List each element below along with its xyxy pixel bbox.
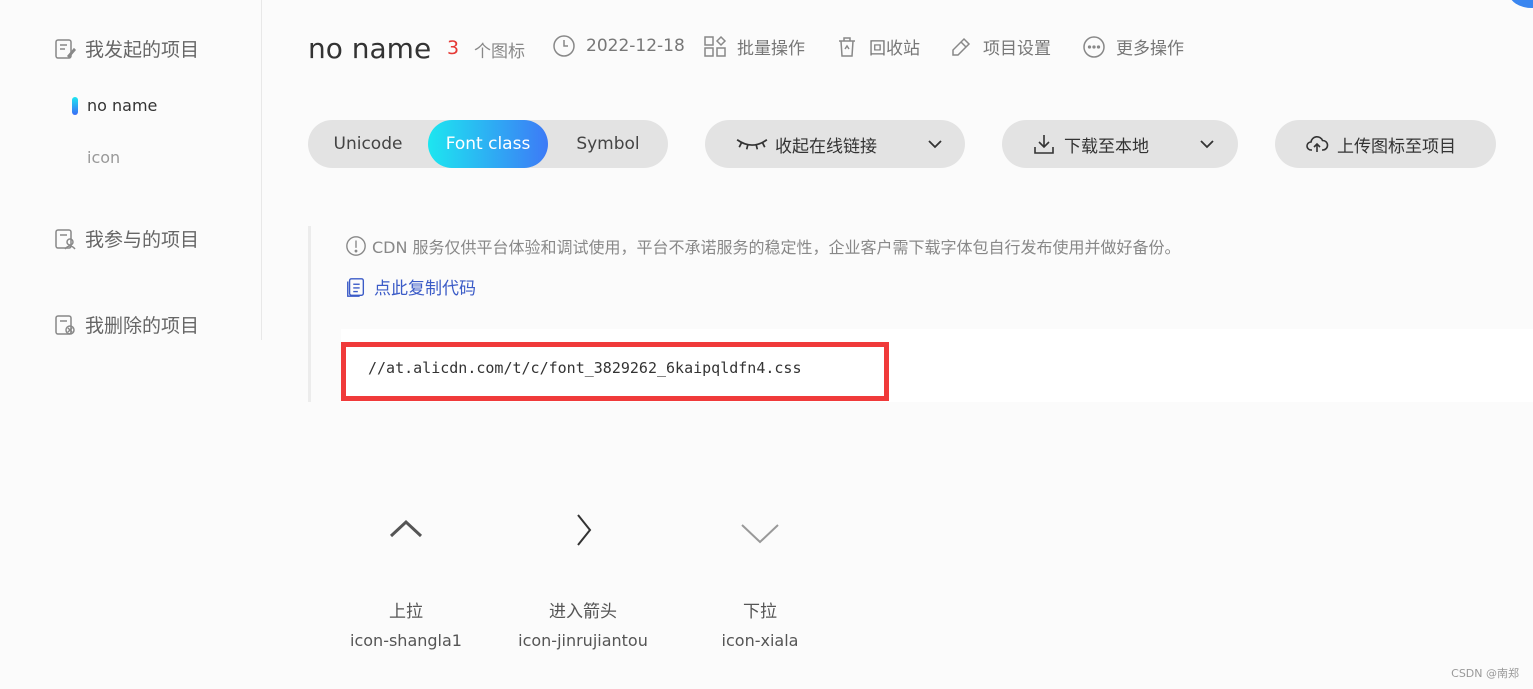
chevron-down-icon [928, 140, 942, 149]
download-icon [1034, 135, 1054, 154]
download-label: 下载至本地 [1064, 136, 1149, 157]
project-date: 2022-12-18 [552, 34, 685, 58]
icon-label: 下拉 [743, 602, 777, 622]
sidebar-project-no-name[interactable]: no name [87, 96, 157, 115]
collapse-link-label: 收起在线链接 [775, 136, 877, 157]
copy-icon [347, 277, 365, 297]
cdn-url[interactable]: //at.alicdn.com/t/c/font_3829262_6kaipql… [368, 359, 801, 377]
project-doc-icon [55, 38, 77, 59]
date-text: 2022-12-18 [586, 36, 685, 56]
cloud-upload-icon [1306, 136, 1329, 152]
cdn-notice: CDN 服务仅供平台体验和调试使用，平台不承诺服务的稳定性，企业客户需下载字体包… [345, 234, 1181, 258]
recycle-bin-button[interactable]: 回收站 [835, 34, 920, 59]
sidebar-item-label: 我删除的项目 [85, 315, 200, 337]
chevron-up-icon [389, 519, 423, 538]
sidebar-item-deleted[interactable]: 我删除的项目 [53, 311, 199, 338]
trash-icon [839, 36, 855, 57]
highlight-box: //at.alicdn.com/t/c/font_3829262_6kaipql… [341, 342, 889, 401]
icon-code: icon-xiala [721, 631, 799, 650]
sidebar-item-label: 我发起的项目 [85, 39, 200, 61]
icon-card-jinrujiantou[interactable]: 进入箭头 icon-jinrujiantou [498, 495, 668, 665]
tab-unicode[interactable]: Unicode [308, 120, 428, 168]
info-icon [346, 236, 366, 256]
more-dots-icon [1083, 35, 1105, 58]
collapse-online-link-button[interactable]: 收起在线链接 [705, 120, 965, 168]
notice-text: CDN 服务仅供平台体验和调试使用，平台不承诺服务的稳定性，企业客户需下载字体包… [372, 238, 1181, 257]
recycle-label: 回收站 [869, 39, 920, 59]
active-indicator [72, 97, 78, 115]
sidebar-item-my-projects[interactable]: 我发起的项目 [53, 35, 199, 62]
project-title: no name [308, 32, 432, 65]
more-operations-button[interactable]: 更多操作 [1082, 34, 1184, 59]
icon-count-suffix: 个图标 [474, 42, 525, 62]
format-tabs: Unicode Font class Symbol [308, 120, 668, 168]
upload-icon-button[interactable]: 上传图标至项目 [1275, 120, 1496, 168]
download-local-button[interactable]: 下载至本地 [1002, 120, 1238, 168]
icon-code: icon-shangla1 [350, 631, 462, 650]
code-area: //at.alicdn.com/t/c/font_3829262_6kaipql… [341, 329, 1533, 402]
grid-icon [704, 35, 727, 57]
project-user-icon [55, 228, 76, 250]
icon-label: 上拉 [389, 602, 423, 622]
upload-label: 上传图标至项目 [1337, 136, 1456, 157]
icon-card-shangla1[interactable]: 上拉 icon-shangla1 [321, 495, 491, 665]
icon-count: 3 [447, 37, 460, 59]
pencil-icon [952, 37, 971, 56]
icon-card-xiala[interactable]: 下拉 icon-xiala [675, 495, 845, 665]
sidebar: 我发起的项目 no name icon 我参与的项目 我删除的项目 [0, 0, 262, 340]
tab-symbol[interactable]: Symbol [548, 120, 668, 168]
sidebar-item-label: 我参与的项目 [85, 229, 200, 251]
icon-code: icon-jinrujiantou [518, 631, 648, 650]
project-settings-button[interactable]: 项目设置 [949, 34, 1051, 59]
batch-label: 批量操作 [737, 39, 805, 59]
settings-label: 项目设置 [983, 39, 1051, 59]
project-delete-icon [55, 314, 75, 335]
copy-code-link[interactable]: 点此复制代码 [345, 274, 476, 299]
chevron-down-icon [1200, 140, 1214, 149]
corner-decoration [1509, 0, 1533, 8]
sidebar-project-icon[interactable]: icon [87, 148, 120, 167]
batch-operation-button[interactable]: 批量操作 [703, 34, 805, 59]
watermark: CSDN @南郑 [1451, 667, 1519, 680]
icon-label: 进入箭头 [549, 602, 617, 622]
eye-closed-icon [736, 139, 768, 150]
sidebar-item-participated[interactable]: 我参与的项目 [53, 225, 199, 252]
cdn-link-panel: CDN 服务仅供平台体验和调试使用，平台不承诺服务的稳定性，企业客户需下载字体包… [308, 226, 1533, 402]
more-label: 更多操作 [1116, 39, 1184, 59]
chevron-right-icon [577, 514, 592, 546]
tab-font-class[interactable]: Font class [428, 120, 548, 168]
copy-code-label: 点此复制代码 [374, 279, 476, 299]
chevron-down-icon [741, 524, 779, 544]
clock-icon [553, 35, 575, 57]
